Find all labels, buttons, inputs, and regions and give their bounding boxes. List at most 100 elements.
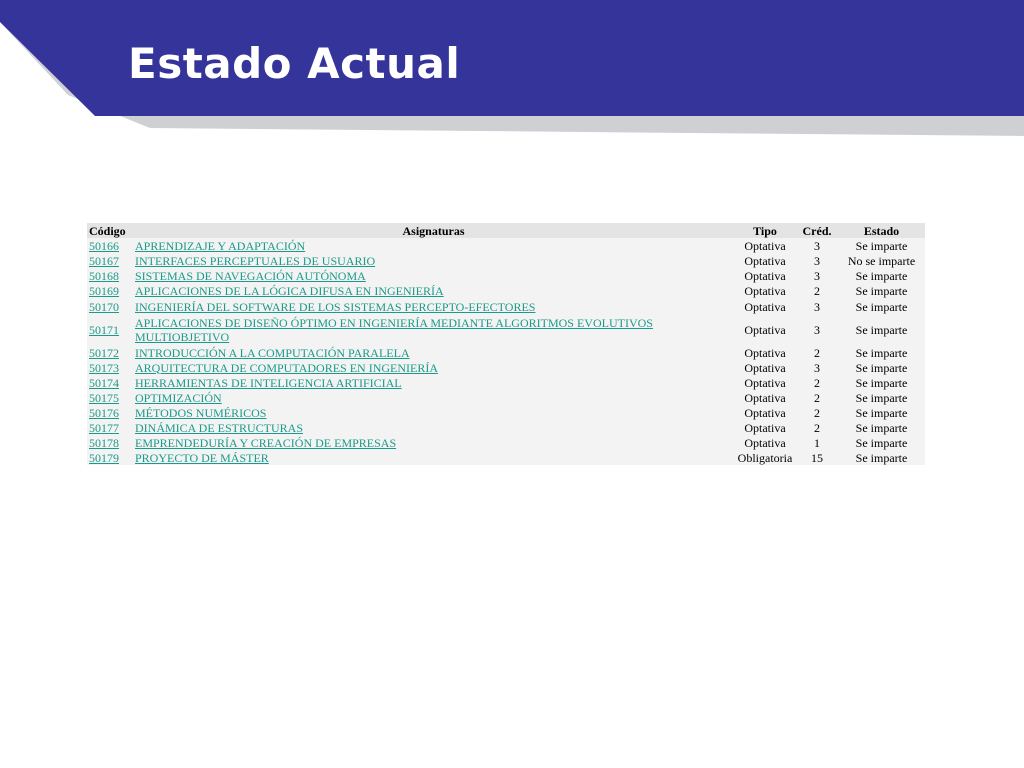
slide: Estado Actual Código Asignaturas Tipo Cr…	[0, 0, 1024, 768]
cred-cell: 3	[796, 253, 838, 268]
subject-name-link[interactable]: INTERFACES PERCEPTUALES DE USUARIO	[135, 254, 375, 268]
tipo-cell: Optativa	[734, 253, 796, 268]
table-row: 50169 APLICACIONES DE LA LÓGICA DIFUSA E…	[87, 283, 925, 298]
name-cell: INGENIERÍA DEL SOFTWARE DE LOS SISTEMAS …	[133, 298, 734, 315]
code-cell: 50172	[87, 345, 133, 360]
name-cell: PROYECTO DE MÁSTER	[133, 450, 734, 465]
subjects-table: Código Asignaturas Tipo Créd. Estado 501…	[87, 223, 925, 465]
code-cell: 50177	[87, 420, 133, 435]
subject-code-link[interactable]: 50177	[89, 421, 119, 435]
estado-cell: Se imparte	[838, 283, 925, 298]
code-cell: 50168	[87, 268, 133, 283]
header-asignaturas: Asignaturas	[133, 223, 734, 238]
estado-cell: Se imparte	[838, 405, 925, 420]
estado-cell: No se imparte	[838, 253, 925, 268]
subject-name-link[interactable]: SISTEMAS DE NAVEGACIÓN AUTÓNOMA	[135, 269, 366, 283]
table-row: 50167 INTERFACES PERCEPTUALES DE USUARIO…	[87, 253, 925, 268]
subject-name-link[interactable]: APLICACIONES DE DISEÑO ÓPTIMO EN INGENIE…	[135, 316, 653, 344]
code-cell: 50178	[87, 435, 133, 450]
subject-name-link[interactable]: APLICACIONES DE LA LÓGICA DIFUSA EN INGE…	[135, 284, 444, 298]
name-cell: APRENDIZAJE Y ADAPTACIÓN	[133, 238, 734, 253]
estado-cell: Se imparte	[838, 238, 925, 253]
name-cell: HERRAMIENTAS DE INTELIGENCIA ARTIFICIAL	[133, 375, 734, 390]
subject-name-link[interactable]: INGENIERÍA DEL SOFTWARE DE LOS SISTEMAS …	[135, 300, 535, 314]
cred-cell: 15	[796, 450, 838, 465]
subject-name-link[interactable]: APRENDIZAJE Y ADAPTACIÓN	[135, 239, 305, 253]
code-cell: 50166	[87, 238, 133, 253]
header-tipo: Tipo	[734, 223, 796, 238]
tipo-cell: Optativa	[734, 298, 796, 315]
cred-cell: 3	[796, 238, 838, 253]
table-row: 50176 MÉTODOS NUMÉRICOS Optativa 2 Se im…	[87, 405, 925, 420]
code-cell: 50179	[87, 450, 133, 465]
table-row: 50177 DINÁMICA DE ESTRUCTURAS Optativa 2…	[87, 420, 925, 435]
subject-name-link[interactable]: INTRODUCCIÓN A LA COMPUTACIÓN PARALELA	[135, 346, 410, 360]
estado-cell: Se imparte	[838, 450, 925, 465]
tipo-cell: Obligatoria	[734, 450, 796, 465]
estado-cell: Se imparte	[838, 315, 925, 345]
code-cell: 50174	[87, 375, 133, 390]
table-row: 50173 ARQUITECTURA DE COMPUTADORES EN IN…	[87, 360, 925, 375]
estado-cell: Se imparte	[838, 298, 925, 315]
estado-cell: Se imparte	[838, 390, 925, 405]
cred-cell: 2	[796, 420, 838, 435]
name-cell: OPTIMIZACIÓN	[133, 390, 734, 405]
slide-title: Estado Actual	[128, 39, 461, 88]
subject-code-link[interactable]: 50178	[89, 436, 119, 450]
subject-name-link[interactable]: DINÁMICA DE ESTRUCTURAS	[135, 421, 303, 435]
table-header-row: Código Asignaturas Tipo Créd. Estado	[87, 223, 925, 238]
subject-code-link[interactable]: 50176	[89, 406, 119, 420]
cred-cell: 2	[796, 405, 838, 420]
table-row: 50166 APRENDIZAJE Y ADAPTACIÓN Optativa …	[87, 238, 925, 253]
table-row: 50172 INTRODUCCIÓN A LA COMPUTACIÓN PARA…	[87, 345, 925, 360]
estado-cell: Se imparte	[838, 268, 925, 283]
subject-code-link[interactable]: 50179	[89, 451, 119, 465]
tipo-cell: Optativa	[734, 238, 796, 253]
table-row: 50175 OPTIMIZACIÓN Optativa 2 Se imparte	[87, 390, 925, 405]
table-row: 50178 EMPRENDEDURÍA Y CREACIÓN DE EMPRES…	[87, 435, 925, 450]
code-cell: 50167	[87, 253, 133, 268]
cred-cell: 2	[796, 283, 838, 298]
subject-name-link[interactable]: MÉTODOS NUMÉRICOS	[135, 406, 266, 420]
table-row: 50179 PROYECTO DE MÁSTER Obligatoria 15 …	[87, 450, 925, 465]
code-cell: 50175	[87, 390, 133, 405]
table-row: 50174 HERRAMIENTAS DE INTELIGENCIA ARTIF…	[87, 375, 925, 390]
table-row: 50171 APLICACIONES DE DISEÑO ÓPTIMO EN I…	[87, 315, 925, 345]
tipo-cell: Optativa	[734, 315, 796, 345]
subjects-table-container: Código Asignaturas Tipo Créd. Estado 501…	[87, 223, 925, 465]
subject-code-link[interactable]: 50169	[89, 284, 119, 298]
subject-code-link[interactable]: 50167	[89, 254, 119, 268]
tipo-cell: Optativa	[734, 435, 796, 450]
tipo-cell: Optativa	[734, 420, 796, 435]
table-row: 50170 INGENIERÍA DEL SOFTWARE DE LOS SIS…	[87, 298, 925, 315]
subject-code-link[interactable]: 50173	[89, 361, 119, 375]
subject-name-link[interactable]: EMPRENDEDURÍA Y CREACIÓN DE EMPRESAS	[135, 436, 396, 450]
tipo-cell: Optativa	[734, 345, 796, 360]
name-cell: MÉTODOS NUMÉRICOS	[133, 405, 734, 420]
estado-cell: Se imparte	[838, 375, 925, 390]
name-cell: EMPRENDEDURÍA Y CREACIÓN DE EMPRESAS	[133, 435, 734, 450]
subject-code-link[interactable]: 50168	[89, 269, 119, 283]
tipo-cell: Optativa	[734, 405, 796, 420]
name-cell: ARQUITECTURA DE COMPUTADORES EN INGENIER…	[133, 360, 734, 375]
subject-code-link[interactable]: 50175	[89, 391, 119, 405]
subject-code-link[interactable]: 50172	[89, 346, 119, 360]
cred-cell: 2	[796, 345, 838, 360]
subject-code-link[interactable]: 50174	[89, 376, 119, 390]
tipo-cell: Optativa	[734, 375, 796, 390]
subject-name-link[interactable]: HERRAMIENTAS DE INTELIGENCIA ARTIFICIAL	[135, 376, 402, 390]
subject-code-link[interactable]: 50170	[89, 300, 119, 314]
tipo-cell: Optativa	[734, 268, 796, 283]
cred-cell: 2	[796, 390, 838, 405]
estado-cell: Se imparte	[838, 420, 925, 435]
name-cell: APLICACIONES DE LA LÓGICA DIFUSA EN INGE…	[133, 283, 734, 298]
subject-code-link[interactable]: 50166	[89, 239, 119, 253]
cred-cell: 3	[796, 315, 838, 345]
subject-code-link[interactable]: 50171	[89, 323, 119, 337]
subject-name-link[interactable]: PROYECTO DE MÁSTER	[135, 451, 269, 465]
subject-name-link[interactable]: ARQUITECTURA DE COMPUTADORES EN INGENIER…	[135, 361, 438, 375]
estado-cell: Se imparte	[838, 435, 925, 450]
tipo-cell: Optativa	[734, 390, 796, 405]
subject-name-link[interactable]: OPTIMIZACIÓN	[135, 391, 222, 405]
code-cell: 50173	[87, 360, 133, 375]
